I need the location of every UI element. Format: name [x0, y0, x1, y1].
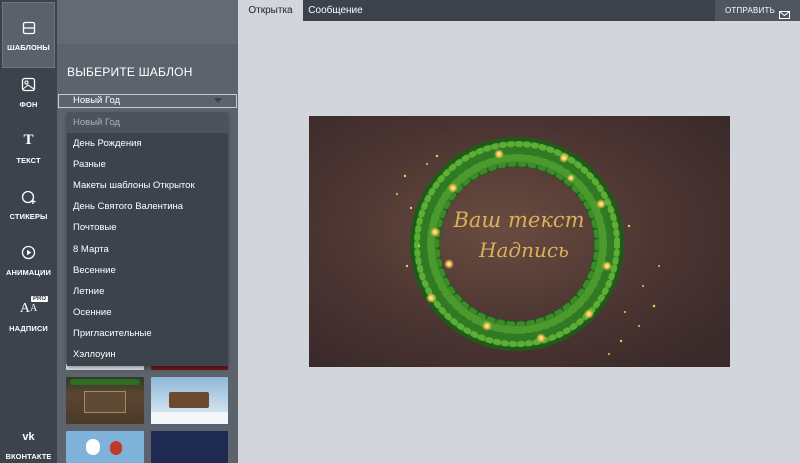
- rail-captions[interactable]: PRO AA НАДПИСИ: [0, 288, 57, 344]
- vk-icon: vk: [22, 430, 35, 443]
- template-thumb[interactable]: [151, 431, 228, 463]
- dropdown-option[interactable]: Пригласительные: [67, 323, 228, 344]
- rail-templates[interactable]: ШАБЛОНЫ: [2, 2, 55, 68]
- rail-background-label: ФОН: [19, 99, 38, 109]
- dropdown-option[interactable]: Весенние: [67, 260, 228, 281]
- dropdown-option[interactable]: День Рождения: [67, 133, 228, 154]
- rail-stickers-label: СТИКЕРЫ: [9, 211, 48, 221]
- dropdown-option[interactable]: Разные: [67, 154, 228, 175]
- category-select[interactable]: Новый Год: [58, 94, 237, 108]
- panel-header: [57, 0, 238, 44]
- top-bar: Открытка Сообщение ОТПРАВИТЬ: [238, 0, 800, 21]
- rail-vk-label: ВКОНТАКТЕ: [5, 451, 52, 461]
- font-icon: AA: [19, 300, 38, 316]
- template-thumb[interactable]: [66, 377, 144, 424]
- template-thumb[interactable]: [151, 377, 228, 424]
- rail-animations-label: АНИМАЦИИ: [6, 267, 51, 277]
- sticker-icon: [20, 188, 38, 206]
- dropdown-option[interactable]: Почтовые: [67, 217, 228, 238]
- dropdown-option[interactable]: Осенние: [67, 302, 228, 323]
- mail-icon: [779, 6, 790, 27]
- dropdown-option[interactable]: Макеты шаблоны Открыток: [67, 175, 228, 196]
- postcard-canvas[interactable]: Ваш текст Надпись: [309, 116, 730, 367]
- rail-templates-label: ШАБЛОНЫ: [7, 42, 50, 52]
- card-text-line2[interactable]: Надпись: [459, 238, 589, 262]
- rail-stickers[interactable]: СТИКЕРЫ: [0, 176, 57, 232]
- card-text-line1[interactable]: Ваш текст: [449, 208, 589, 232]
- text-icon: T: [23, 132, 34, 148]
- background-icon: [20, 76, 38, 94]
- rail-text[interactable]: T ТЕКСТ: [0, 120, 57, 176]
- dropdown-option[interactable]: Летние: [67, 281, 228, 302]
- rail-vk[interactable]: vk ВКОНТАКТЕ: [0, 416, 57, 463]
- rail-animations[interactable]: АНИМАЦИИ: [0, 232, 57, 288]
- send-button[interactable]: ОТПРАВИТЬ: [715, 0, 800, 21]
- play-icon: [20, 244, 38, 262]
- template-thumb[interactable]: [66, 431, 144, 463]
- dropdown-option[interactable]: 8 Марта: [67, 239, 228, 260]
- rail-captions-label: НАДПИСИ: [9, 323, 48, 333]
- template-icon: [20, 19, 38, 37]
- send-button-label: ОТПРАВИТЬ: [725, 6, 776, 15]
- dropdown-option[interactable]: Хэллоуин: [67, 344, 228, 365]
- rail-background[interactable]: ФОН: [0, 64, 57, 120]
- rail-text-label: ТЕКСТ: [16, 155, 41, 165]
- category-select-value: Новый Год: [73, 95, 121, 106]
- chevron-down-icon: [214, 98, 222, 103]
- tab-card[interactable]: Открытка: [238, 0, 303, 21]
- panel-title: ВЫБЕРИТЕ ШАБЛОН: [67, 65, 193, 79]
- tab-message[interactable]: Сообщение: [303, 0, 368, 21]
- pro-badge: PRO: [30, 296, 48, 302]
- category-dropdown: Новый Год День Рождения Разные Макеты ша…: [67, 112, 228, 366]
- tool-rail: ШАБЛОНЫ ФОН T ТЕКСТ СТИКЕРЫ АНИМАЦИИ PRO…: [0, 0, 57, 463]
- dropdown-option[interactable]: Новый Год: [67, 112, 228, 134]
- dropdown-option[interactable]: День Святого Валентина: [67, 196, 228, 217]
